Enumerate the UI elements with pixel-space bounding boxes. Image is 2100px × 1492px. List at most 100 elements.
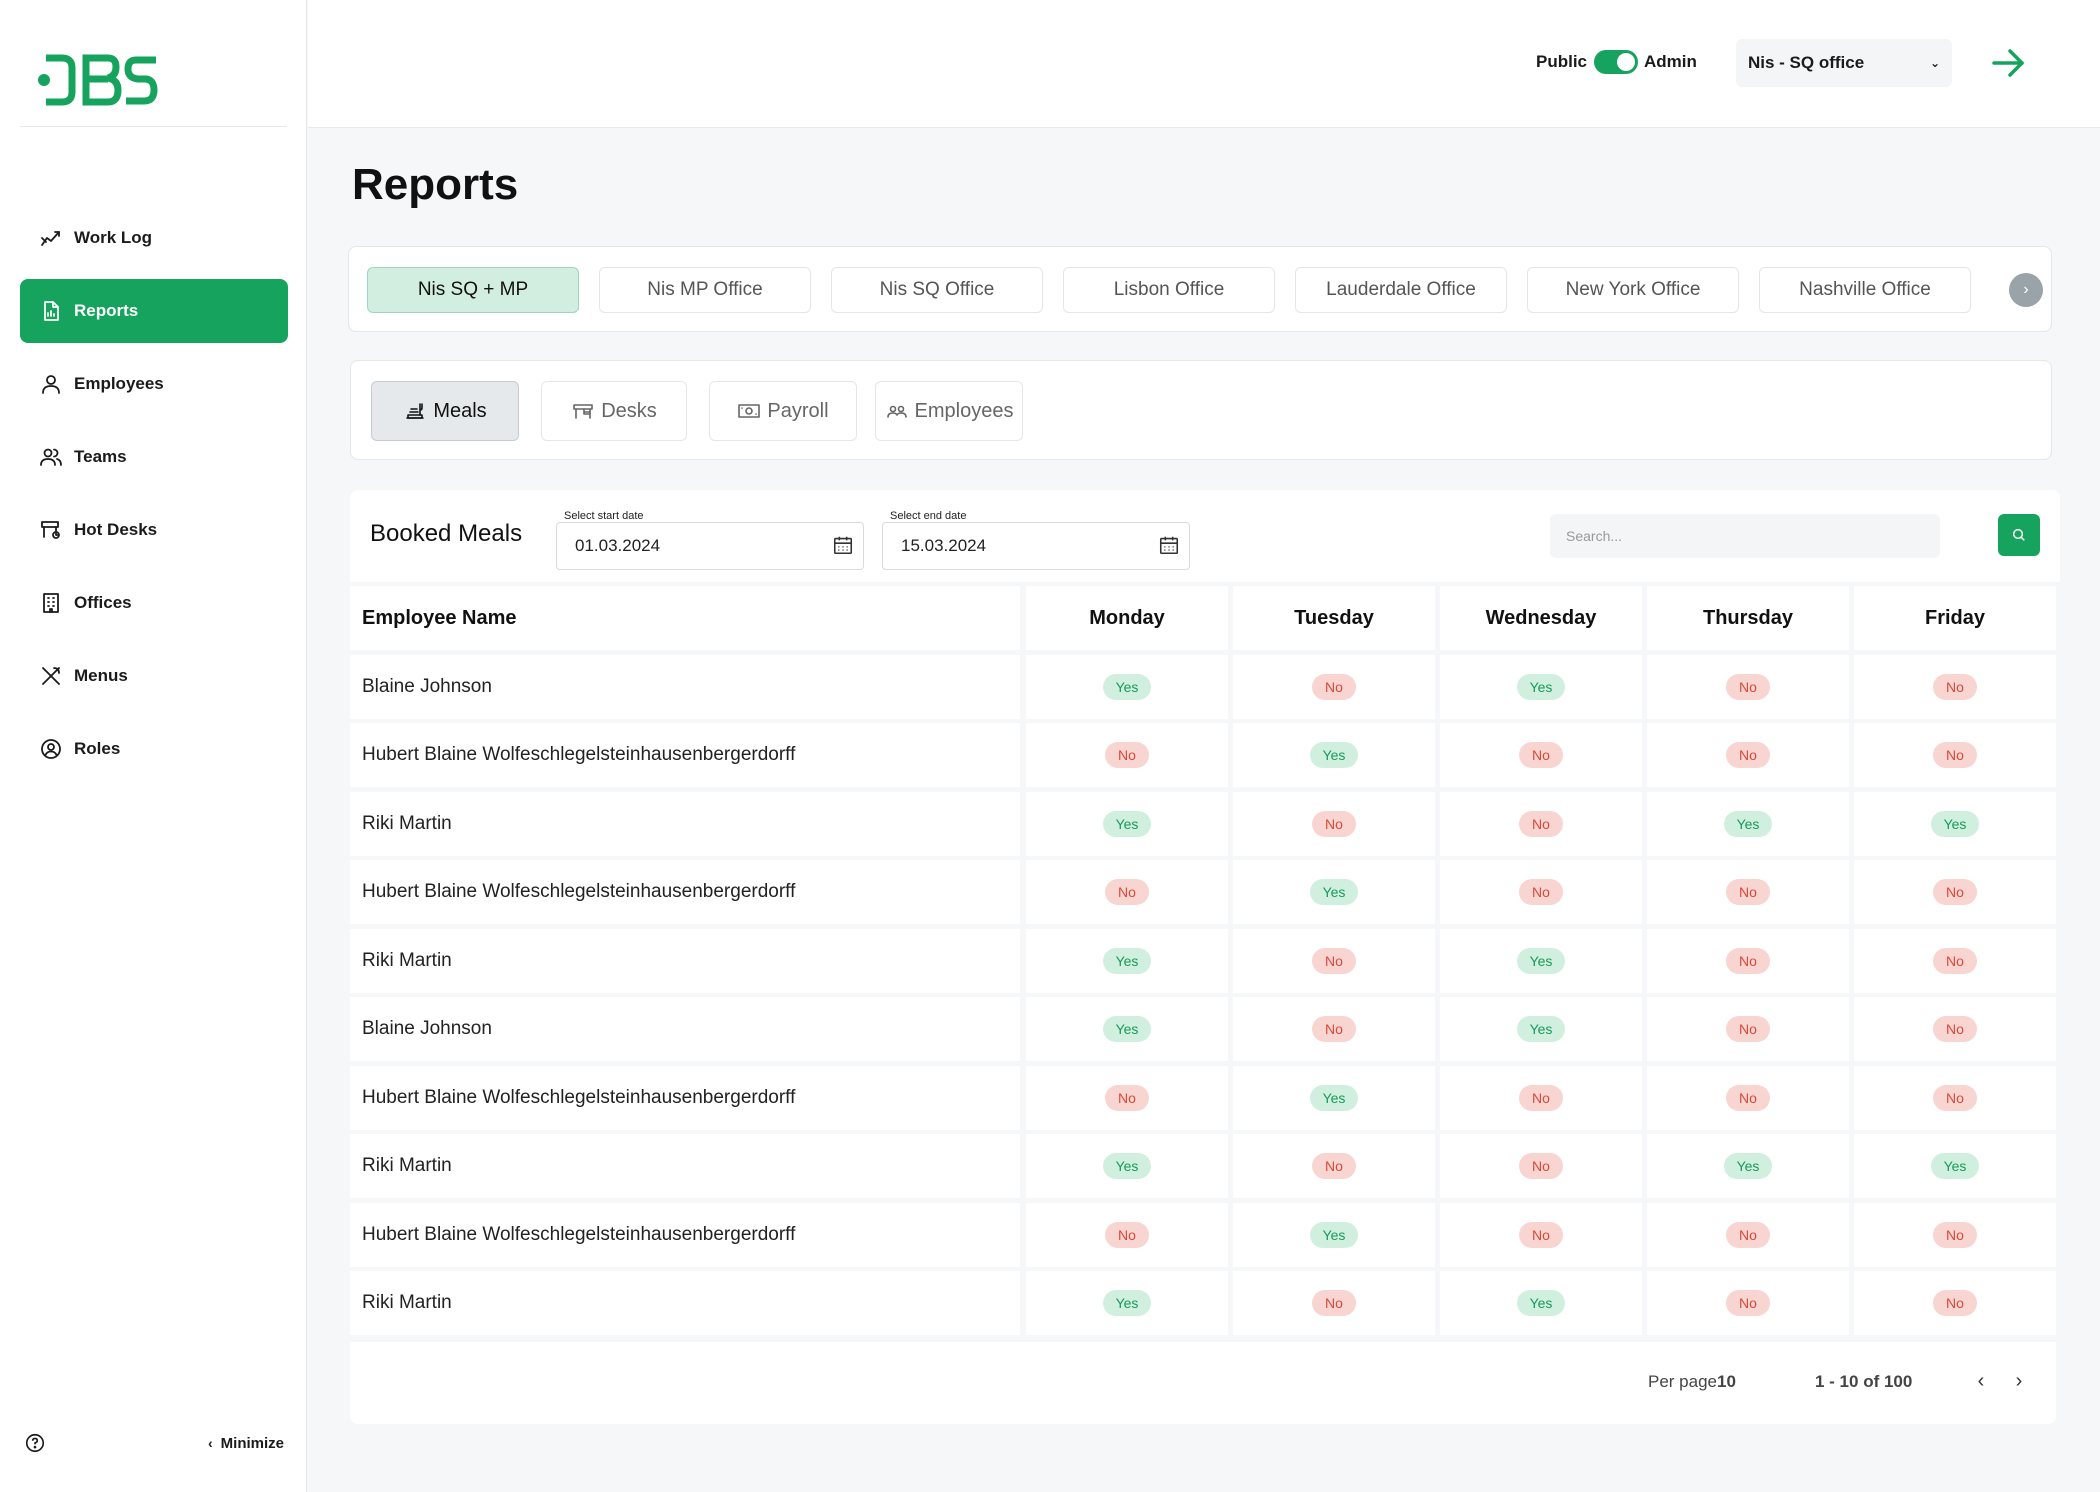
- chevron-left-icon[interactable]: ‹: [1968, 1368, 1994, 1394]
- tab-nis-sq-office[interactable]: Nis SQ Office: [831, 267, 1043, 313]
- meal-status-badge: Yes: [1516, 1290, 1566, 1316]
- sidebar-item-label: Work Log: [74, 228, 153, 247]
- minimize-button[interactable]: ‹ Minimize: [208, 1432, 284, 1454]
- tab-meals-label: Meals: [433, 399, 487, 422]
- wednesday-cell: Yes: [1440, 1271, 1642, 1335]
- office-select-value: Nis - SQ office: [1748, 53, 1865, 72]
- sidebar-item-hot-desks[interactable]: Hot Desks: [20, 498, 288, 562]
- sidebar-item-label: Employees: [74, 374, 164, 393]
- meal-status-badge: No: [1726, 673, 1770, 700]
- monday-cell: No: [1026, 860, 1228, 924]
- start-date-label: Select start date: [564, 510, 644, 522]
- sidebar-item-label: Menus: [74, 666, 128, 685]
- search-input[interactable]: [1550, 514, 1940, 558]
- end-date-field: Select end date 15.03.2024: [882, 510, 1190, 570]
- sidebar-item-roles[interactable]: Roles: [20, 717, 288, 781]
- logo-area: [20, 20, 287, 127]
- tuesday-cell: No: [1233, 791, 1435, 856]
- search-button[interactable]: [1998, 514, 2040, 556]
- thursday-cell: No: [1647, 1271, 1849, 1335]
- calendar-icon[interactable]: [1158, 534, 1180, 556]
- chevron-down-icon: ⌄: [1929, 56, 1940, 70]
- column-header-tuesday[interactable]: Tuesday: [1233, 586, 1435, 650]
- users-icon: [886, 405, 907, 418]
- tuesday-cell: No: [1233, 1134, 1435, 1198]
- tab-nis-sq-mp[interactable]: Nis SQ + MP: [367, 267, 579, 313]
- column-header-wednesday[interactable]: Wednesday: [1440, 586, 1642, 650]
- page-title: Reports: [352, 160, 519, 209]
- tab-nashville-office[interactable]: Nashville Office: [1759, 267, 1971, 313]
- building-icon: [38, 590, 64, 616]
- start-date-field: Select start date 01.03.2024: [556, 510, 864, 570]
- employee-name-cell: Blaine Johnson: [350, 654, 1020, 719]
- office-select[interactable]: Nis - SQ office ⌄: [1736, 39, 1952, 87]
- chevron-right-icon[interactable]: ›: [2009, 273, 2043, 307]
- chevron-right-icon[interactable]: ›: [2006, 1368, 2032, 1394]
- question-circle-icon[interactable]: [24, 1432, 46, 1454]
- meal-status-badge: Yes: [1102, 947, 1152, 974]
- sidebar-item-menus[interactable]: Menus: [20, 644, 288, 708]
- column-header-employee-name[interactable]: Employee Name: [350, 586, 1020, 650]
- sidebar-item-label: Roles: [74, 739, 121, 758]
- meal-status-badge: Yes: [1102, 810, 1152, 837]
- minimize-label: Minimize: [220, 1434, 285, 1452]
- sidebar-item-teams[interactable]: Teams: [20, 425, 288, 489]
- thursday-cell: No: [1647, 997, 1849, 1061]
- employee-name-cell: Riki Martin: [350, 928, 1020, 993]
- calendar-icon[interactable]: [832, 534, 854, 556]
- end-date-input[interactable]: 15.03.2024: [882, 522, 1190, 570]
- tab-lisbon-office[interactable]: Lisbon Office: [1063, 267, 1275, 313]
- arrow-right-icon[interactable]: [1988, 44, 2028, 82]
- tab-new-york-office[interactable]: New York Office: [1527, 267, 1739, 313]
- monday-cell: No: [1026, 1202, 1228, 1267]
- meal-status-badge: No: [1312, 810, 1356, 837]
- meal-status-badge: No: [1519, 1153, 1563, 1179]
- meal-status-badge: No: [1933, 1290, 1977, 1316]
- tab-desks[interactable]: Desks: [541, 381, 687, 441]
- friday-cell: No: [1854, 723, 2056, 787]
- public-admin-toggle[interactable]: [1594, 50, 1638, 74]
- monday-cell: Yes: [1026, 1134, 1228, 1198]
- monday-cell: Yes: [1026, 928, 1228, 993]
- meal-status-badge: No: [1933, 1084, 1977, 1111]
- tab-employees[interactable]: Employees: [875, 381, 1023, 441]
- tab-lauderdale-office[interactable]: Lauderdale Office: [1295, 267, 1507, 313]
- meal-status-badge: No: [1105, 742, 1149, 768]
- column-header-thursday[interactable]: Thursday: [1647, 586, 1849, 650]
- monday-cell: Yes: [1026, 791, 1228, 856]
- meal-status-badge: Yes: [1516, 1016, 1566, 1042]
- office-tabs: Nis SQ + MP Nis MP Office Nis SQ Office …: [348, 246, 2052, 332]
- desk-icon: [573, 404, 594, 419]
- column-header-friday[interactable]: Friday: [1854, 586, 2056, 650]
- tab-nis-mp-office[interactable]: Nis MP Office: [599, 267, 811, 313]
- start-date-input[interactable]: 01.03.2024: [556, 522, 864, 570]
- thursday-cell: No: [1647, 654, 1849, 719]
- wednesday-cell: No: [1440, 1065, 1642, 1130]
- booked-meals-title: Booked Meals: [370, 520, 523, 547]
- meal-status-badge: No: [1519, 810, 1563, 837]
- meal-status-badge: No: [1726, 1221, 1770, 1248]
- sidebar-item-label: Teams: [74, 447, 127, 466]
- tab-meals[interactable]: Meals: [371, 381, 519, 441]
- sidebar-item-employees[interactable]: Employees: [20, 352, 288, 416]
- table-row: Riki Martin Yes No Yes No No: [350, 1271, 2060, 1335]
- meal-status-badge: No: [1312, 1153, 1356, 1179]
- chevron-left-icon: ‹: [208, 1435, 213, 1451]
- meal-status-badge: Yes: [1930, 810, 1980, 837]
- meal-status-badge: Yes: [1102, 1016, 1152, 1042]
- sidebar-item-offices[interactable]: Offices: [20, 571, 288, 635]
- page-range: 1 - 10 of 100: [1815, 1372, 1913, 1391]
- tuesday-cell: Yes: [1233, 723, 1435, 787]
- monday-cell: No: [1026, 1065, 1228, 1130]
- tab-employees-label: Employees: [914, 399, 1014, 422]
- per-page-control[interactable]: Per page10: [1648, 1372, 1736, 1392]
- tab-payroll[interactable]: Payroll: [709, 381, 857, 441]
- per-page-label: Per page: [1648, 1372, 1717, 1391]
- sidebar-item-work-log[interactable]: Work Log: [20, 206, 288, 270]
- wednesday-cell: No: [1440, 1202, 1642, 1267]
- sidebar-item-reports[interactable]: Reports: [20, 279, 288, 343]
- report-tabs: Meals Desks Payroll Employees: [350, 360, 2052, 460]
- tuesday-cell: Yes: [1233, 1065, 1435, 1130]
- meal-status-badge: No: [1312, 1016, 1356, 1042]
- column-header-monday[interactable]: Monday: [1026, 586, 1228, 650]
